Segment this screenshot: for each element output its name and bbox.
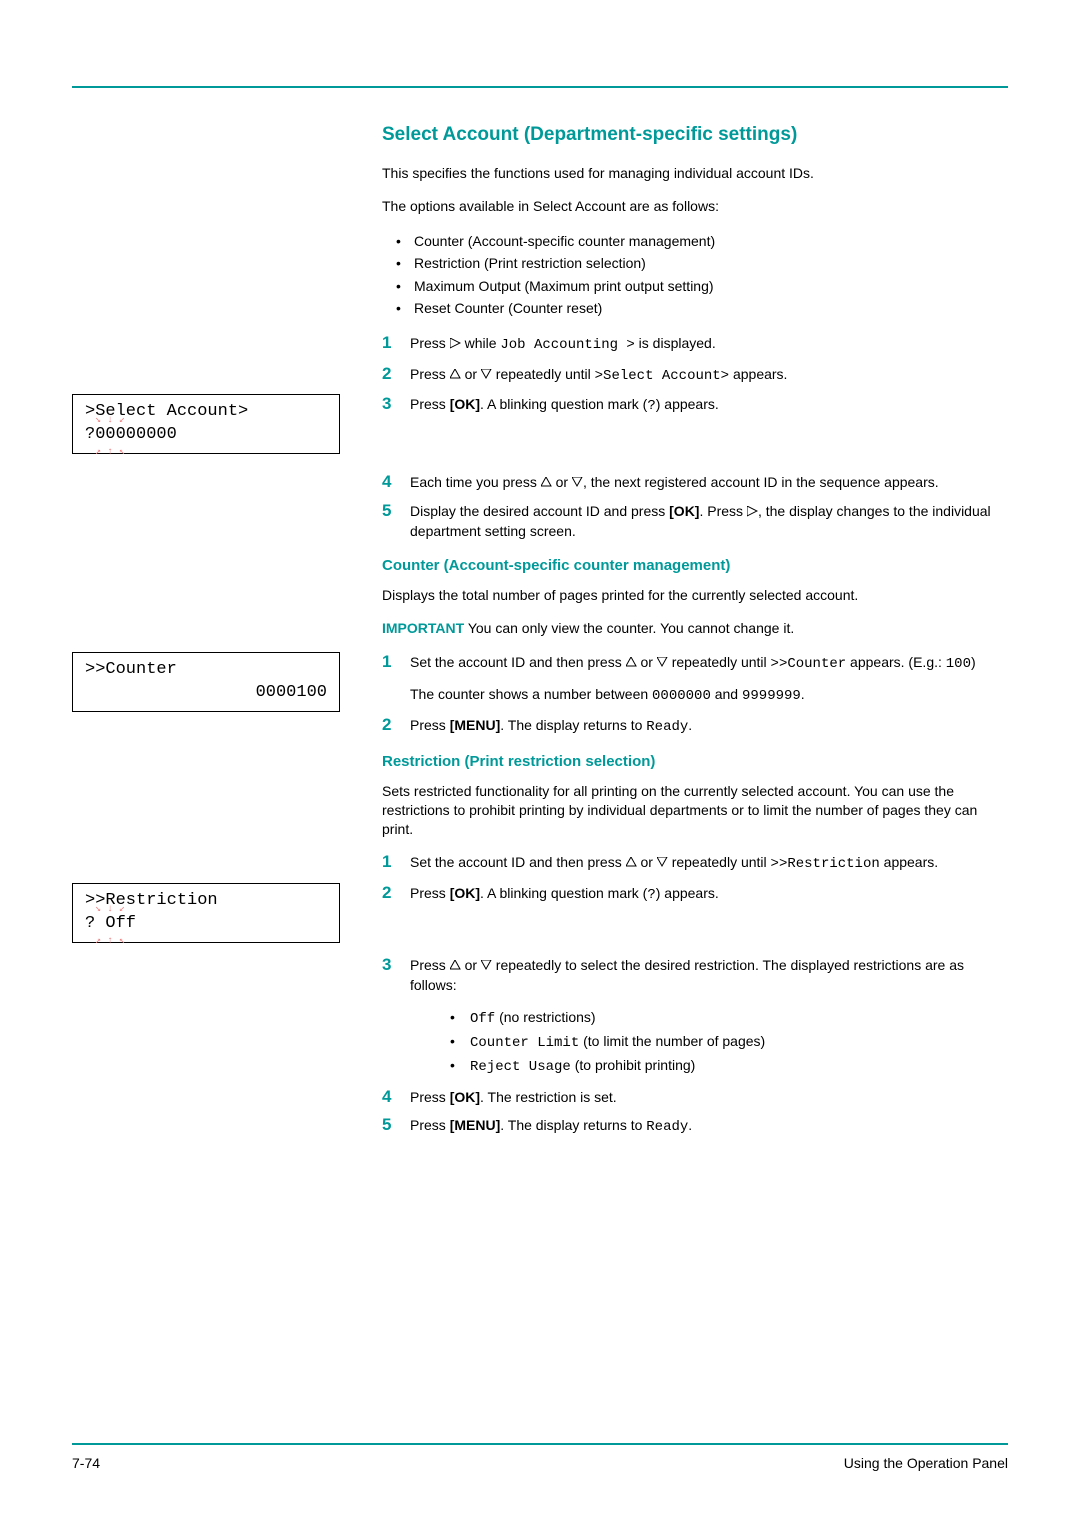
step-item: 5 Display the desired account ID and pre…	[382, 501, 1008, 542]
list-item: Reset Counter (Counter reset)	[382, 297, 1008, 319]
counter-important: IMPORTANT You can only view the counter.…	[382, 619, 1008, 638]
step-text: Display the desired account ID and press…	[410, 503, 991, 539]
subsection-counter-heading: Counter (Account-specific counter manage…	[382, 557, 1008, 574]
page-footer: 7-74 Using the Operation Panel	[72, 1443, 1008, 1471]
steps-main-2: 3 Press [OK]. A blinking question mark (…	[382, 394, 1008, 541]
step-text: Set the account ID and then press or rep…	[410, 854, 938, 870]
triangle-up-icon	[541, 477, 552, 488]
lcd-line: >>Counter	[85, 659, 331, 682]
page-title: Select Account (Department-specific sett…	[382, 124, 1008, 146]
triangle-down-icon	[481, 369, 492, 380]
list-item: Restriction (Print restriction selection…	[382, 252, 1008, 274]
step-item: 3 Press or repeatedly to select the desi…	[382, 955, 1008, 1079]
lcd-line: ? Off	[85, 914, 136, 933]
subsection-restriction-heading: Restriction (Print restriction selection…	[382, 753, 1008, 770]
lcd-select-account: >Select Account> ↘ ↓ ↙ ?00000000 ↗ ↑ ↖	[72, 394, 340, 454]
intro-text-1: This specifies the functions used for ma…	[382, 164, 1008, 183]
step-item: 2 Press [OK]. A blinking question mark (…	[382, 883, 1008, 905]
section-name: Using the Operation Panel	[844, 1455, 1008, 1471]
step-item: 1 Set the account ID and then press or r…	[382, 852, 1008, 874]
step-text: Press [OK]. The restriction is set.	[410, 1089, 617, 1105]
options-list: Counter (Account-specific counter manage…	[382, 230, 1008, 320]
triangle-right-icon	[747, 506, 758, 517]
step-item: 4 Each time you press or , the next regi…	[382, 472, 1008, 492]
triangle-up-icon	[626, 657, 637, 668]
lcd-line: 0000100	[85, 682, 331, 705]
triangle-down-icon	[572, 477, 583, 488]
step-text: Each time you press or , the next regist…	[410, 474, 939, 490]
step-text: The counter shows a number between 00000…	[410, 686, 805, 702]
restriction-para: Sets restricted functionality for all pr…	[382, 782, 1008, 839]
triangle-up-icon	[626, 857, 637, 868]
triangle-right-icon	[450, 338, 461, 349]
step-item: 5 Press [MENU]. The display returns to R…	[382, 1115, 1008, 1137]
lcd-line: ?00000000	[85, 425, 177, 444]
list-item: Off (no restrictions)	[410, 1006, 1008, 1030]
triangle-down-icon	[657, 657, 668, 668]
step-item: 3 Press [OK]. A blinking question mark (…	[382, 394, 1008, 416]
step-text: Press [MENU]. The display returns to Rea…	[410, 717, 692, 733]
header-rule	[72, 86, 1008, 88]
list-item: Maximum Output (Maximum print output set…	[382, 275, 1008, 297]
triangle-up-icon	[450, 369, 461, 380]
list-item: Counter Limit (to limit the number of pa…	[410, 1030, 1008, 1054]
step-item: 2 Press [MENU]. The display returns to R…	[382, 715, 1008, 737]
page-number: 7-74	[72, 1455, 100, 1471]
step-item: 1 Press while Job Accounting > is displa…	[382, 333, 1008, 355]
step-text: Press [OK]. A blinking question mark (?)…	[410, 396, 719, 412]
restriction-steps-2: 2 Press [OK]. A blinking question mark (…	[382, 883, 1008, 1138]
list-item: Reject Usage (to prohibit printing)	[410, 1054, 1008, 1078]
step-item: 2 Press or repeatedly until >Select Acco…	[382, 364, 1008, 386]
intro-text-2: The options available in Select Account …	[382, 197, 1008, 216]
step-text: Set the account ID and then press or rep…	[410, 654, 976, 670]
lcd-restriction: >>Restriction ↘ ↓ ↙ ? Off ↗ ↑ ↖	[72, 883, 340, 943]
triangle-up-icon	[450, 960, 461, 971]
counter-para: Displays the total number of pages print…	[382, 586, 1008, 605]
step-text: Press or repeatedly until >Select Accoun…	[410, 366, 787, 382]
list-item: Counter (Account-specific counter manage…	[382, 230, 1008, 252]
step-item: 4 Press [OK]. The restriction is set.	[382, 1087, 1008, 1107]
step-text: Press or repeatedly to select the desire…	[410, 957, 964, 993]
counter-steps: 1 Set the account ID and then press or r…	[382, 652, 1008, 737]
steps-main-1: 1 Press while Job Accounting > is displa…	[382, 333, 1008, 386]
triangle-down-icon	[481, 960, 492, 971]
triangle-down-icon	[657, 857, 668, 868]
step-item: 1 Set the account ID and then press or r…	[382, 652, 1008, 707]
lcd-counter: >>Counter 0000100	[72, 652, 340, 712]
step-text: Press while Job Accounting > is displaye…	[410, 335, 716, 351]
step-text: Press [OK]. A blinking question mark (?)…	[410, 885, 719, 901]
footer-rule	[72, 1443, 1008, 1445]
restriction-steps-1: 1 Set the account ID and then press or r…	[382, 852, 1008, 874]
step-text: Press [MENU]. The display returns to Rea…	[410, 1117, 692, 1133]
